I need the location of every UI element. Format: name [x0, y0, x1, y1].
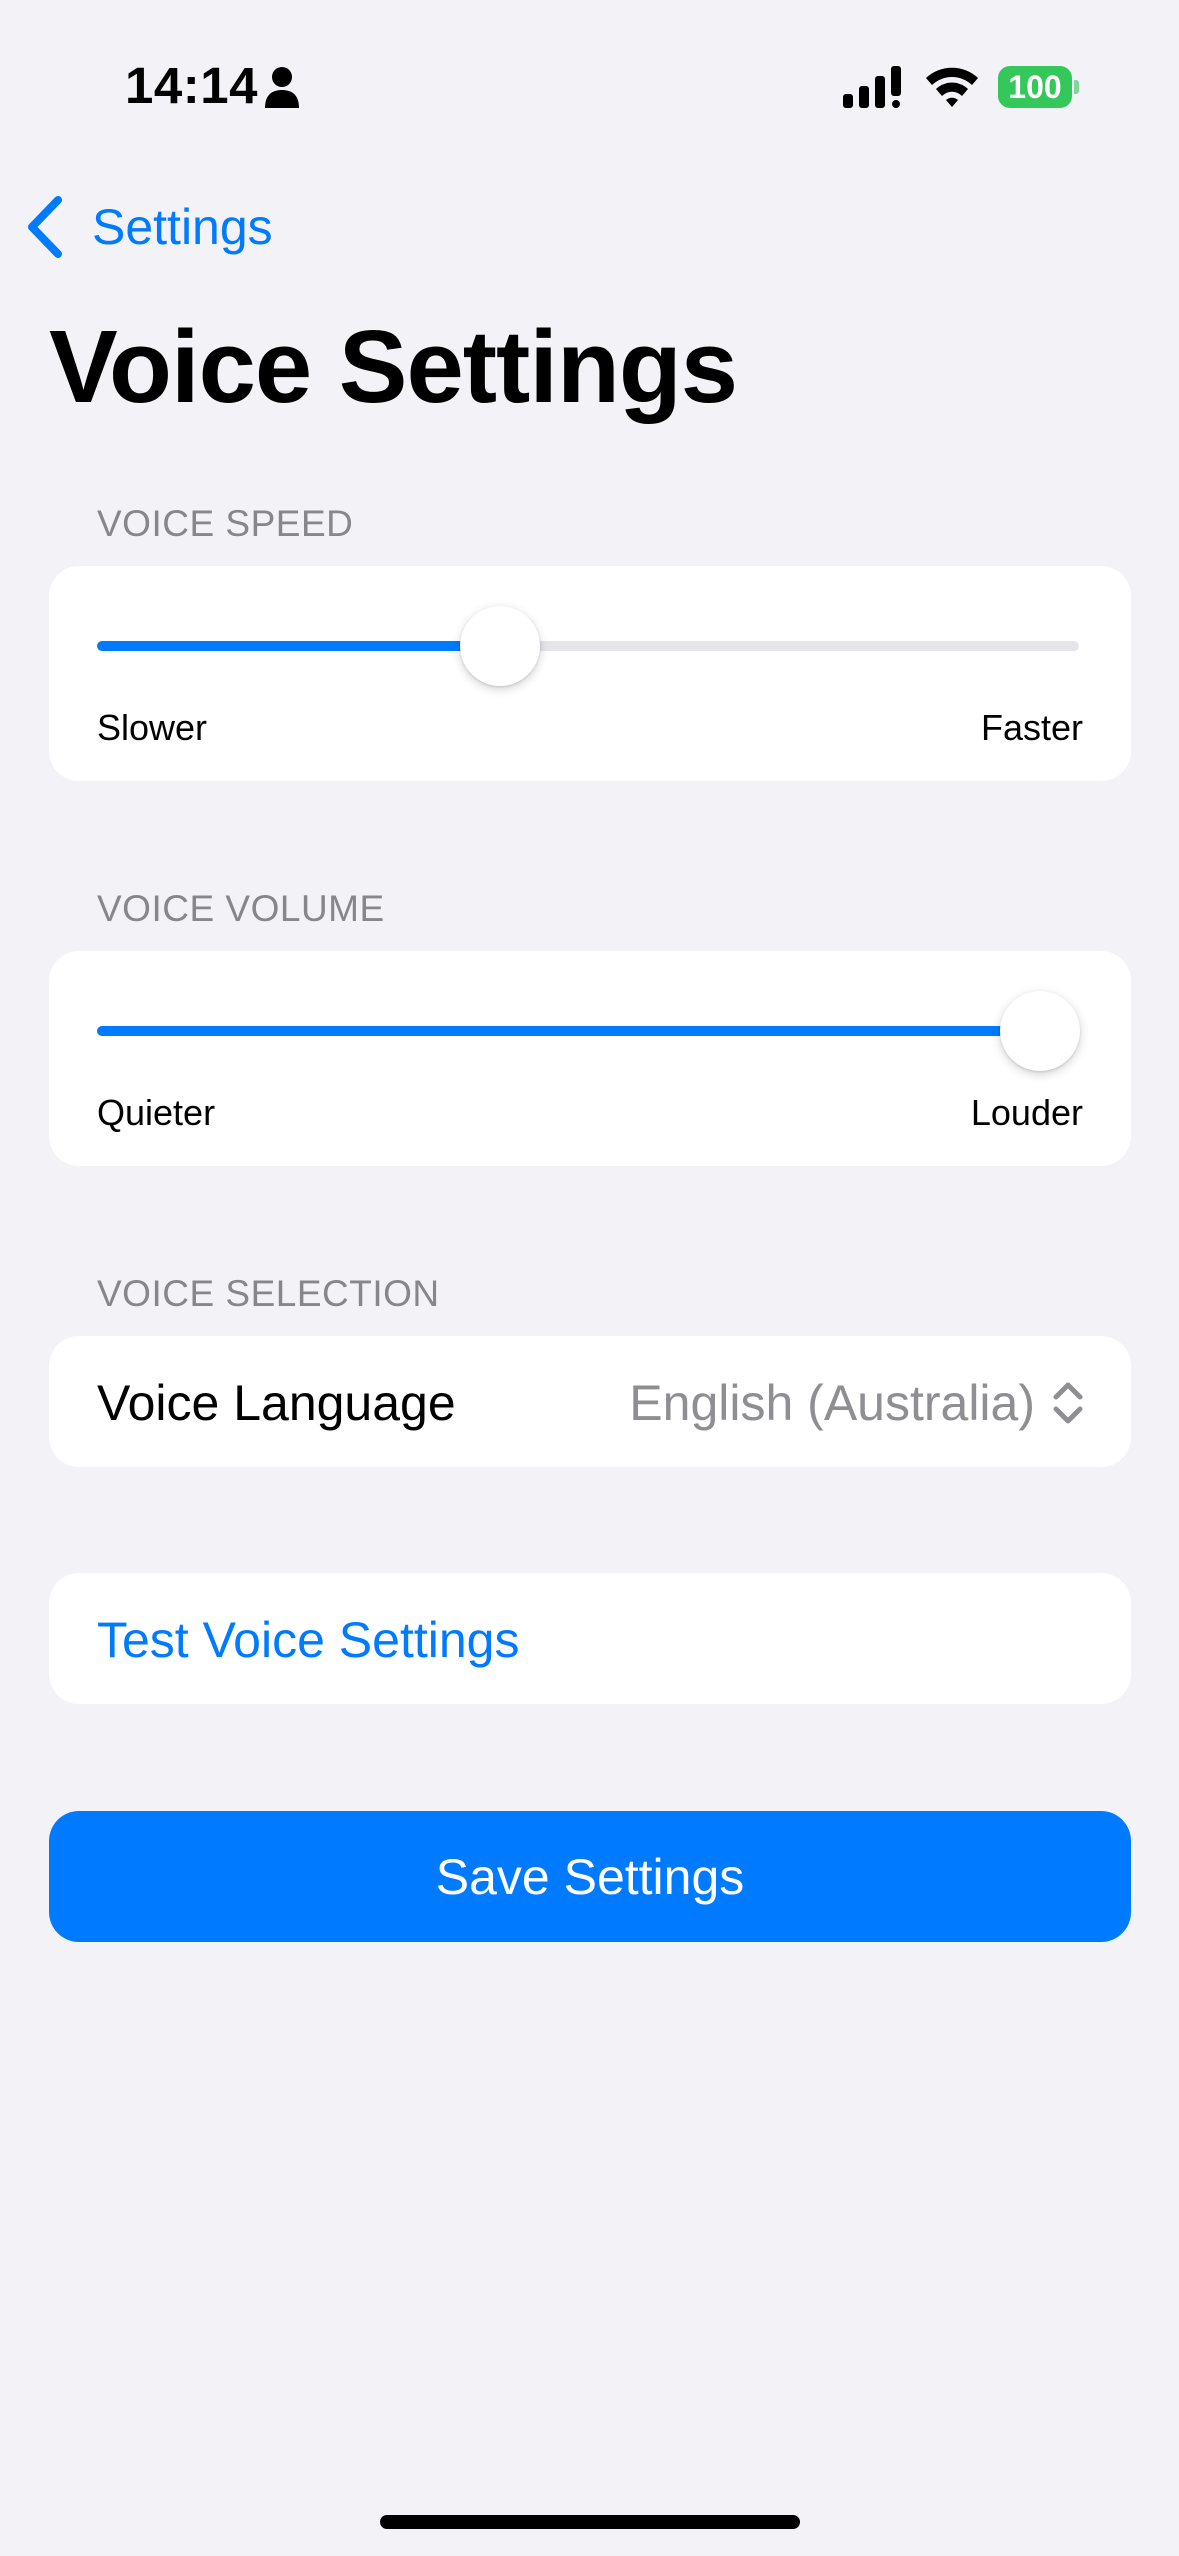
test-voice-settings-label: Test Voice Settings	[97, 1612, 520, 1668]
section-header-voice-speed: VOICE SPEED	[97, 503, 354, 544]
voice-volume-min-label: Quieter	[97, 1092, 216, 1133]
home-indicator	[380, 2515, 800, 2529]
chevron-up-down-icon	[1053, 1382, 1083, 1424]
voice-volume-slider[interactable]	[97, 991, 1080, 1071]
voice-settings-screen: 14:14 100 Settings Voice Settings VOICE …	[0, 0, 1179, 2556]
voice-language-picker[interactable]: Voice Language English (Australia)	[49, 1336, 1131, 1467]
voice-speed-max-label: Faster	[980, 707, 1083, 748]
test-voice-settings-button[interactable]: Test Voice Settings	[49, 1573, 1131, 1704]
person-icon	[265, 67, 299, 108]
wifi-icon	[926, 67, 978, 107]
voice-volume-slider-thumb[interactable]	[999, 991, 1080, 1071]
back-button[interactable]: Settings	[22, 190, 273, 264]
voice-speed-min-label: Slower	[97, 707, 208, 748]
voice-volume-card: Quieter Louder	[49, 951, 1131, 1166]
section-header-voice-selection: VOICE SELECTION	[97, 1273, 440, 1314]
status-bar: 14:14 100	[0, 0, 1179, 150]
status-time: 14:14	[125, 57, 258, 114]
chevron-left-icon	[28, 196, 62, 258]
voice-volume-slider-fill	[97, 1026, 1040, 1036]
save-settings-button[interactable]: Save Settings	[49, 1811, 1131, 1942]
battery-level: 100	[998, 66, 1072, 108]
battery-tip	[1074, 80, 1079, 94]
voice-speed-slider-thumb[interactable]	[459, 606, 540, 686]
signal-icon	[843, 66, 901, 108]
voice-speed-card: Slower Faster	[49, 566, 1131, 781]
voice-language-value: English (Australia)	[629, 1375, 1035, 1431]
voice-speed-slider-fill	[97, 641, 500, 651]
voice-language-label: Voice Language	[97, 1375, 456, 1431]
page-title: Voice Settings	[49, 309, 738, 424]
battery-icon: 100	[998, 66, 1079, 108]
voice-speed-slider[interactable]	[97, 606, 1079, 686]
section-header-voice-volume: VOICE VOLUME	[97, 888, 385, 929]
back-button-label: Settings	[92, 199, 273, 255]
voice-volume-max-label: Louder	[970, 1092, 1083, 1133]
